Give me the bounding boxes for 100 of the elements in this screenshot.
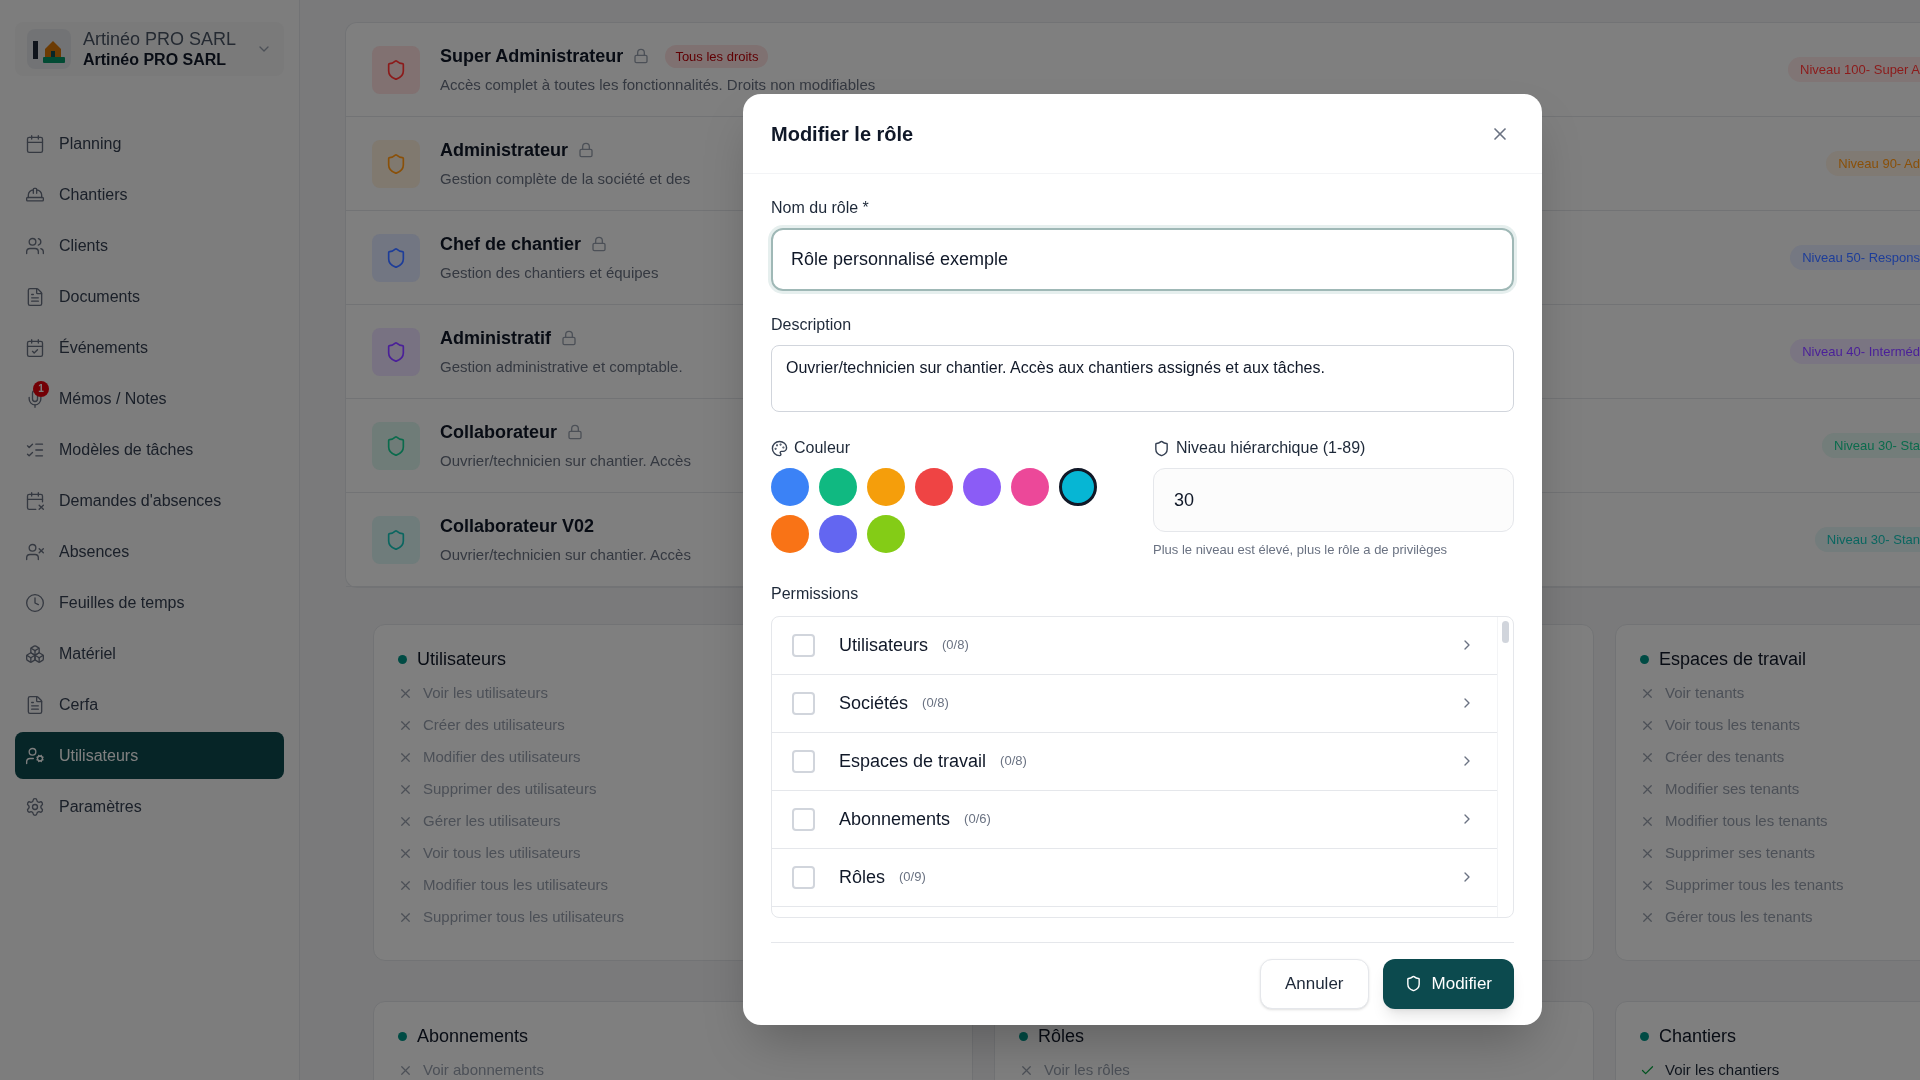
permission-group-label: Utilisateurs [839,633,929,657]
checkbox[interactable] [792,691,815,715]
modify-button[interactable]: Modifier [1382,958,1514,1009]
role-description: Ouvrier/technicien sur chantier. Accès [440,544,691,565]
role-name-field[interactable]: Rôle personnalisé exemple [771,228,1514,291]
nav-item[interactable]: Événements [15,324,284,371]
nav-label: Demandes d'absences [59,490,222,511]
role-name: Administrateur [440,138,569,162]
nav-item[interactable]: 1 Mémos / Notes [15,375,284,422]
calendar-icon [25,133,45,154]
role-name: Super Administrateur [440,44,624,68]
permission-group-row[interactable]: Utilisateurs (0/8) [772,616,1497,675]
document-icon [25,286,45,307]
card-title: Espaces de travail [1659,647,1807,671]
permission-group-label: Sociétés [839,691,909,715]
color-swatch[interactable] [1011,468,1049,506]
role-description: Accès complet à toutes les fonctionnalités. Droits non modifiables [440,74,876,95]
role-name: Administratif [440,326,551,350]
nav-item[interactable]: Utilisateurs [15,732,284,779]
role-description: Gestion des chantiers et équipes [440,262,659,283]
nav-item[interactable]: Documents [15,273,284,320]
company-subtitle: Artinéo PRO SARL [83,50,228,71]
permission-count: (0/6) [964,810,991,829]
settings-icon [25,796,45,817]
permission-group-row[interactable]: Sociétés (0/8) [772,674,1497,733]
field-label: Niveau hiérarchique (1-89) [1176,438,1366,458]
calendar-check-icon [25,337,45,358]
nav-label: Paramètres [59,796,142,817]
nav-label: Mémos / Notes [59,388,167,409]
role-name: Collaborateur V02 [440,514,595,538]
field-label: Couleur [794,438,851,458]
level-field[interactable]: 30 [1153,468,1514,532]
role-name: Collaborateur [440,420,558,444]
level-badge: Niveau 100- Super A [1788,56,1920,83]
permission-group-label: Espaces de travail [839,749,987,773]
nav-item[interactable]: Clients [15,222,284,269]
color-swatch[interactable] [867,468,905,506]
role-description: Ouvrier/technicien sur chantier. Accès [440,450,691,471]
checkbox[interactable] [792,807,815,831]
permission-count: (0/8) [942,636,969,655]
permission-group-row[interactable]: Espaces de travail (0/8) [772,732,1497,791]
nav-label: Planning [59,133,122,154]
role-description: Gestion administrative et comptable. [440,356,683,377]
color-swatch[interactable] [867,515,905,553]
card-title: Chantiers [1659,1024,1737,1048]
palette-icon [771,439,788,457]
color-swatch[interactable] [963,468,1001,506]
nav-item[interactable]: Chantiers [15,171,284,218]
level-badge: Niveau 30- Sta [1822,432,1920,459]
shield-icon [1153,439,1170,457]
description-field[interactable]: Ouvrier/technicien sur chantier. Accès aux chantiers assignés et aux tâches. [771,345,1514,412]
nav-item[interactable]: Matériel [15,630,284,677]
role-name: Chef de chantier [440,232,582,256]
checkbox[interactable] [792,865,815,889]
nav-item[interactable]: Cerfa [15,681,284,728]
dialog-title: Modifier le rôle [771,121,914,147]
nav-label: Matériel [59,643,116,664]
calendar-x-icon [25,490,45,511]
nav-item[interactable]: Absences [15,528,284,575]
notification-badge: 1 [33,380,49,397]
level-badge: Niveau 30- Stan [1814,526,1920,553]
field-label: Description [771,315,853,335]
card-title: Utilisateurs [417,647,507,671]
level-badge: Niveau 50- Respons [1790,244,1920,271]
clock-icon [25,592,45,613]
users-icon [25,235,45,256]
level-badge: Niveau 90- Ad [1826,150,1920,177]
nav-item[interactable]: Paramètres [15,783,284,830]
color-swatch[interactable] [915,468,953,506]
card-title: Abonnements [417,1024,529,1048]
card-title: Rôles [1038,1024,1085,1048]
color-swatch[interactable] [771,515,809,553]
permission-group-row[interactable]: Rôles (0/9) [772,848,1497,907]
company-name: Artinéo PRO SARL [83,27,238,51]
permission-count: (0/8) [922,694,949,713]
color-swatch[interactable] [1059,468,1097,506]
checkbox[interactable] [792,633,815,657]
shield-icon [1404,975,1422,992]
nav-item[interactable]: Modèles de tâches [15,426,284,473]
permission-count: (0/9) [899,868,926,887]
color-swatch[interactable] [819,515,857,553]
permission-group-row[interactable]: Abonnements (0/6) [772,790,1497,849]
nav-item[interactable]: Demandes d'absences [15,477,284,524]
role-tag: Tous les droits [665,44,769,68]
nav-label: Documents [59,286,140,307]
nav-label: Clients [59,235,108,256]
color-swatch[interactable] [819,468,857,506]
field-hint: Plus le niveau est élevé, plus le rôle a de privilèges [1153,541,1449,559]
checkbox[interactable] [792,749,815,773]
color-swatch[interactable] [771,468,809,506]
permission-group-label: Abonnements [839,807,951,831]
nav-item[interactable]: Feuilles de temps [15,579,284,626]
cancel-button[interactable]: Annuler [1259,958,1369,1009]
permission-label: Voir les chantiers [1665,1059,1780,1080]
field-label: Nom du rôle * [771,198,870,218]
user-x-icon [25,541,45,562]
field-label: Permissions [771,583,860,604]
permission-group-label: Rôles [839,865,886,889]
level-badge: Niveau 40- Interméd [1790,338,1920,365]
nav-item[interactable]: Planning [15,120,284,167]
